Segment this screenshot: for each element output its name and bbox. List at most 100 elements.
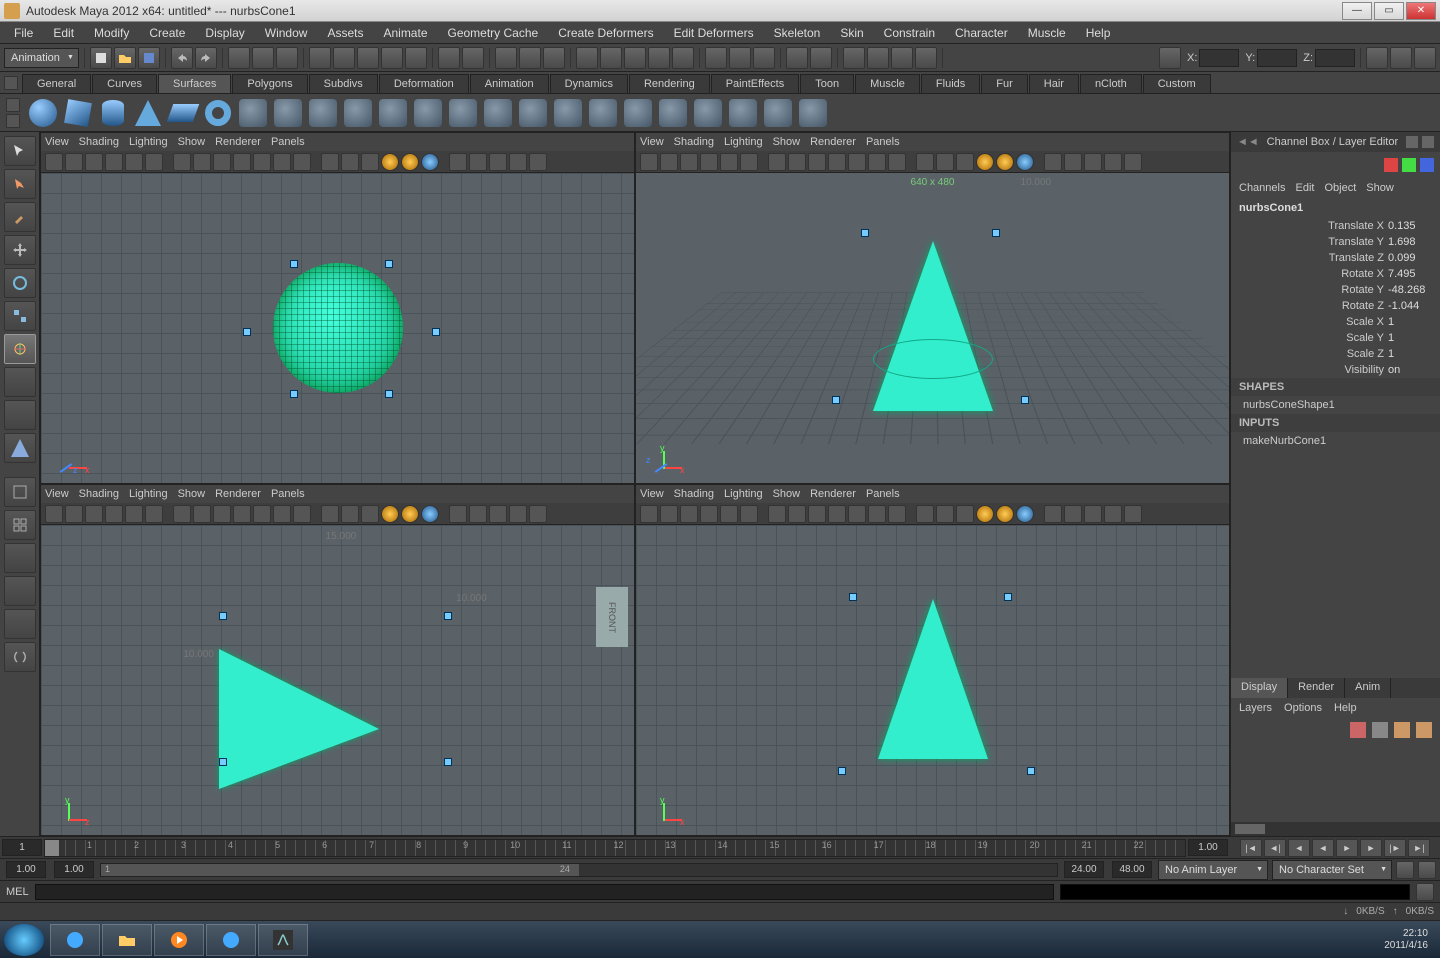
vp-toolbar-icon[interactable] — [1064, 505, 1082, 523]
snap-live-icon[interactable] — [405, 47, 427, 69]
vp-toolbar-icon[interactable] — [680, 153, 698, 171]
layer-menu-layers[interactable]: Layers — [1239, 702, 1272, 714]
vp-toolbar-icon[interactable] — [640, 153, 658, 171]
vp-toolbar-icon[interactable] — [1016, 153, 1034, 171]
nurbs-cone-icon[interactable] — [132, 97, 164, 129]
redo-icon[interactable] — [195, 47, 217, 69]
shelf-tab-ncloth[interactable]: nCloth — [1080, 74, 1142, 93]
paint-select-icon[interactable] — [276, 47, 298, 69]
vp-menu-lighting[interactable]: Lighting — [724, 488, 763, 500]
render-icon[interactable] — [495, 47, 517, 69]
vp-toolbar-icon[interactable] — [529, 153, 547, 171]
shelf-tab-custom[interactable]: Custom — [1143, 74, 1211, 93]
generic-tool-icon[interactable] — [810, 47, 832, 69]
vp-toolbar-icon[interactable] — [1044, 153, 1062, 171]
vp-menu-renderer[interactable]: Renderer — [810, 136, 856, 148]
vp-toolbar-icon[interactable] — [680, 505, 698, 523]
vp-toolbar-icon[interactable] — [421, 505, 439, 523]
generic-tool-icon[interactable] — [624, 47, 646, 69]
vp-toolbar-icon[interactable] — [489, 153, 507, 171]
layout-preset-icon[interactable] — [4, 576, 36, 606]
vp-toolbar-icon[interactable] — [321, 505, 339, 523]
channel-tab-channels[interactable]: Channels — [1239, 182, 1285, 194]
vp-toolbar-icon[interactable] — [848, 505, 866, 523]
play-back-icon[interactable]: ◄ — [1312, 839, 1334, 857]
save-scene-icon[interactable] — [138, 47, 160, 69]
channel-row[interactable]: Rotate X7.495 — [1231, 266, 1440, 282]
vp-menu-show[interactable]: Show — [773, 136, 801, 148]
viewport-canvas-top[interactable]: xz — [41, 173, 634, 483]
vp-toolbar-icon[interactable] — [700, 153, 718, 171]
channel-value[interactable]: on — [1388, 364, 1432, 376]
step-forward-icon[interactable]: ► — [1360, 839, 1382, 857]
shelf-tool-icon[interactable] — [517, 97, 549, 129]
layer-tab-anim[interactable]: Anim — [1345, 678, 1391, 698]
channel-row[interactable]: Scale X1 — [1231, 314, 1440, 330]
four-pane-icon[interactable] — [4, 510, 36, 540]
go-end-icon[interactable]: ►| — [1408, 839, 1430, 857]
snap-grid-icon[interactable] — [309, 47, 331, 69]
vp-toolbar-icon[interactable] — [293, 505, 311, 523]
shelf-tool-icon[interactable] — [727, 97, 759, 129]
shelf-tool-icon[interactable] — [447, 97, 479, 129]
vp-toolbar-icon[interactable] — [1084, 505, 1102, 523]
vp-menu-renderer[interactable]: Renderer — [810, 488, 856, 500]
vp-toolbar-icon[interactable] — [173, 153, 191, 171]
ipr-render-icon[interactable] — [519, 47, 541, 69]
nurbs-sphere-icon[interactable] — [27, 97, 59, 129]
layout-preset-icon[interactable] — [4, 543, 36, 573]
menu-file[interactable]: File — [4, 26, 43, 40]
viewport-top[interactable]: ViewShadingLightingShowRendererPanels xz — [41, 133, 634, 483]
vp-toolbar-icon[interactable] — [916, 505, 934, 523]
menu-skeleton[interactable]: Skeleton — [764, 26, 831, 40]
shelf-tool-icon[interactable] — [657, 97, 689, 129]
go-start-icon[interactable]: |◄ — [1240, 839, 1262, 857]
vp-toolbar-icon[interactable] — [105, 505, 123, 523]
shelf-tool-icon[interactable] — [377, 97, 409, 129]
vp-menu-panels[interactable]: Panels — [271, 488, 305, 500]
vp-toolbar-icon[interactable] — [868, 505, 886, 523]
generic-tool-icon[interactable] — [915, 47, 937, 69]
vp-toolbar-icon[interactable] — [469, 153, 487, 171]
vp-toolbar-icon[interactable] — [720, 505, 738, 523]
axis-toggle-icon[interactable] — [1159, 47, 1181, 69]
vp-toolbar-icon[interactable] — [125, 505, 143, 523]
layer-icon[interactable] — [1394, 722, 1410, 738]
channel-value[interactable]: 1 — [1388, 332, 1432, 344]
taskbar-ie-icon[interactable] — [50, 924, 100, 956]
shape-item[interactable]: nurbsConeShape1 — [1231, 396, 1440, 414]
timeline-ruler[interactable]: 1234567891011121314151617181920212223 — [44, 839, 1186, 857]
viewport-persp[interactable]: ViewShadingLightingShowRendererPanels 64… — [636, 133, 1229, 483]
vp-toolbar-icon[interactable] — [740, 505, 758, 523]
vp-toolbar-icon[interactable] — [321, 153, 339, 171]
coord-z-input[interactable] — [1315, 49, 1355, 67]
snap-curve-icon[interactable] — [333, 47, 355, 69]
channel-color-icon[interactable] — [1384, 158, 1398, 172]
undo-icon[interactable] — [171, 47, 193, 69]
nurbs-cube-icon[interactable] — [62, 97, 94, 129]
vp-toolbar-icon[interactable] — [888, 505, 906, 523]
vp-toolbar-icon[interactable] — [449, 153, 467, 171]
channel-value[interactable]: 0.135 — [1388, 220, 1432, 232]
vp-toolbar-icon[interactable] — [868, 153, 886, 171]
channel-row[interactable]: Rotate Y-48.268 — [1231, 282, 1440, 298]
range-min-field[interactable]: 1.00 — [6, 861, 46, 878]
vp-menu-show[interactable]: Show — [178, 488, 206, 500]
viewport-side[interactable]: ViewShadingLightingShowRendererPanels 15… — [41, 485, 634, 835]
vp-menu-view[interactable]: View — [45, 488, 69, 500]
generic-tool-icon[interactable] — [705, 47, 727, 69]
script-editor-icon[interactable] — [4, 642, 36, 672]
shelf-tool-icon[interactable] — [272, 97, 304, 129]
vp-toolbar-icon[interactable] — [956, 153, 974, 171]
channel-tab-show[interactable]: Show — [1366, 182, 1394, 194]
vp-toolbar-icon[interactable] — [828, 505, 846, 523]
vp-toolbar-icon[interactable] — [1124, 153, 1142, 171]
vp-menu-renderer[interactable]: Renderer — [215, 136, 261, 148]
range-slider[interactable]: 1 24 — [100, 863, 1058, 877]
menu-skin[interactable]: Skin — [830, 26, 873, 40]
vp-toolbar-icon[interactable] — [700, 505, 718, 523]
vp-toolbar-icon[interactable] — [193, 153, 211, 171]
anim-layer-dropdown[interactable]: No Anim Layer — [1158, 860, 1268, 880]
vp-toolbar-icon[interactable] — [1044, 505, 1062, 523]
channel-value[interactable]: 1.698 — [1388, 236, 1432, 248]
